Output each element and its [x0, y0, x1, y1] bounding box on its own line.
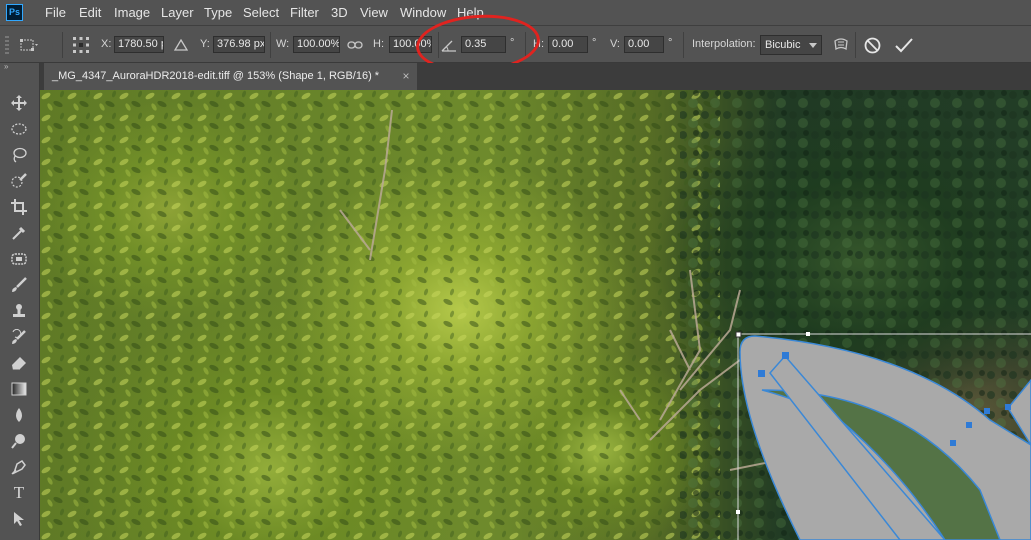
lasso-tool-icon[interactable]: [9, 145, 29, 165]
separator: [855, 32, 856, 58]
healing-brush-tool-icon[interactable]: [9, 249, 29, 269]
menu-3d[interactable]: 3D: [331, 5, 348, 20]
commit-transform-icon[interactable]: [893, 34, 915, 56]
document-tab-title: _MG_4347_AuroraHDR2018-edit.tiff @ 153% …: [52, 70, 380, 82]
separator: [683, 32, 684, 58]
tools-panel: » T: [0, 63, 40, 540]
relative-position-icon[interactable]: [170, 34, 192, 56]
history-brush-tool-icon[interactable]: [9, 327, 29, 347]
link-icon[interactable]: [344, 34, 366, 56]
quick-selection-tool-icon[interactable]: [9, 171, 29, 191]
blur-tool-icon[interactable]: [9, 405, 29, 425]
menu-image[interactable]: Image: [114, 5, 150, 20]
y-label: Y:: [200, 38, 210, 50]
interpolation-select[interactable]: Bicubic: [760, 35, 822, 55]
menu-window[interactable]: Window: [400, 5, 446, 20]
horizontal-skew-field[interactable]: 0.00: [548, 36, 588, 53]
vertical-skew-label: V:: [610, 38, 620, 50]
menu-file[interactable]: File: [45, 5, 66, 20]
eyedropper-tool-icon[interactable]: [9, 223, 29, 243]
vertical-skew-field[interactable]: 0.00: [624, 36, 664, 53]
w-label: W:: [276, 38, 290, 50]
photoshop-logo-icon: Ps: [6, 4, 23, 21]
vskew-degree-unit: °: [668, 37, 673, 49]
document-canvas[interactable]: [40, 90, 1031, 540]
chevron-down-icon: [809, 43, 817, 48]
document-tab[interactable]: _MG_4347_AuroraHDR2018-edit.tiff @ 153% …: [44, 63, 417, 90]
hskew-degree-unit: °: [592, 37, 597, 49]
menu-view[interactable]: View: [360, 5, 388, 20]
menu-layer[interactable]: Layer: [161, 5, 194, 20]
h-label: H:: [373, 38, 384, 50]
separator: [62, 32, 63, 58]
clone-stamp-tool-icon[interactable]: [9, 301, 29, 321]
dodge-tool-icon[interactable]: [9, 431, 29, 451]
type-tool-icon[interactable]: T: [9, 483, 29, 503]
brush-tool-icon[interactable]: [9, 275, 29, 295]
cancel-transform-icon[interactable]: [861, 34, 883, 56]
menu-select[interactable]: Select: [243, 5, 279, 20]
reference-point-icon[interactable]: [70, 34, 92, 56]
y-position-field[interactable]: 376.98 px: [213, 36, 265, 53]
menu-type[interactable]: Type: [204, 5, 232, 20]
warp-mode-icon[interactable]: [830, 34, 852, 56]
width-field[interactable]: 100.00%: [293, 36, 340, 53]
transform-tool-preset-icon[interactable]: [18, 34, 40, 56]
menu-filter[interactable]: Filter: [290, 5, 319, 20]
eraser-tool-icon[interactable]: [9, 353, 29, 373]
pen-tool-icon[interactable]: [9, 457, 29, 477]
marquee-tool-icon[interactable]: [9, 119, 29, 139]
x-label: X:: [101, 38, 112, 50]
interpolation-value: Bicubic: [765, 39, 801, 51]
close-tab-icon[interactable]: ×: [399, 69, 413, 83]
x-position-field[interactable]: 1780.50 px: [114, 36, 164, 53]
document-tab-strip: _MG_4347_AuroraHDR2018-edit.tiff @ 153% …: [40, 63, 1031, 90]
separator: [270, 32, 271, 58]
move-tool-icon[interactable]: [9, 93, 29, 113]
path-selection-tool-icon[interactable]: [9, 509, 29, 529]
collapse-panel-icon[interactable]: »: [0, 63, 40, 71]
options-bar-grip-icon[interactable]: [5, 36, 9, 54]
menu-edit[interactable]: Edit: [79, 5, 101, 20]
interpolation-label: Interpolation:: [692, 38, 756, 50]
crop-tool-icon[interactable]: [9, 197, 29, 217]
gradient-tool-icon[interactable]: [9, 379, 29, 399]
foliage-image: [40, 90, 1031, 540]
